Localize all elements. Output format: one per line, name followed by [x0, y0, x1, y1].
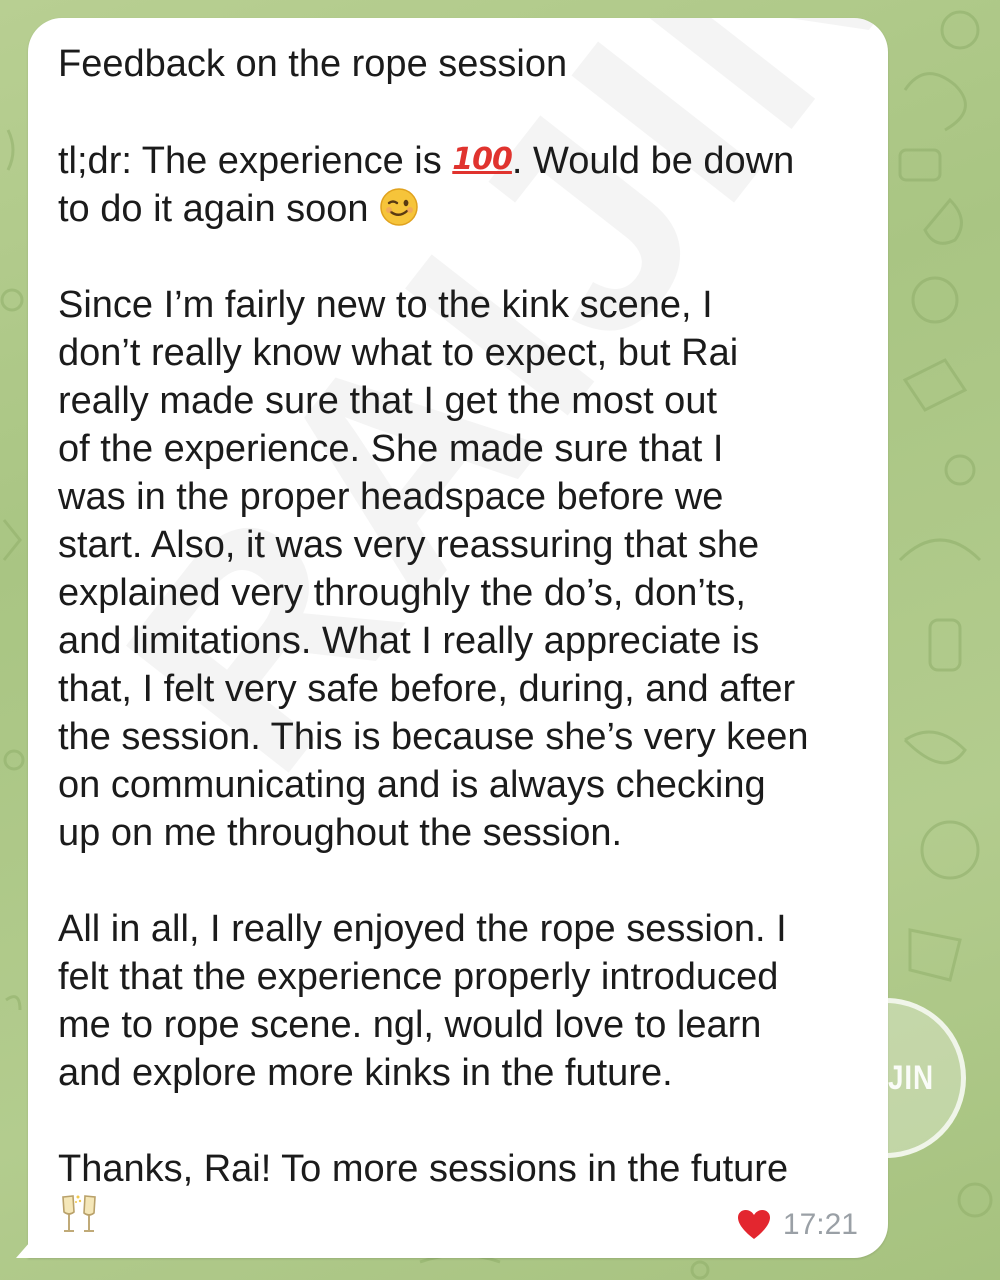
winking-face-icon [380, 188, 418, 226]
message-time: 17:21 [782, 1208, 858, 1241]
tldr-paragraph: tl;dr: The experience is 100. Would be d… [58, 136, 858, 233]
hundred-points-icon: 100 [452, 142, 513, 177]
clinking-glasses-icon [62, 1195, 96, 1232]
bubble-tail [16, 1242, 30, 1258]
message-title: Feedback on the rope session [58, 43, 568, 85]
message-text: Feedback on the rope session tl;dr: The … [58, 40, 858, 1243]
message-meta: 17:21 [737, 1208, 858, 1242]
heart-icon[interactable] [737, 1209, 771, 1241]
stamp-text: RAIJIN [837, 1058, 935, 1097]
message-bubble[interactable]: RAIJIN Feedback on the rope session tl;d… [16, 18, 888, 1258]
body-paragraph: Since I’m fairly new to the kink scene, … [58, 284, 809, 854]
watermark-stamp: RAIJIN [806, 998, 966, 1158]
tldr-text-start: tl;dr: The experience is [58, 140, 453, 182]
summary-paragraph: All in all, I really enjoyed the rope se… [58, 908, 787, 1094]
closing-text: Thanks, Rai! To more sessions in the fut… [58, 1148, 789, 1190]
